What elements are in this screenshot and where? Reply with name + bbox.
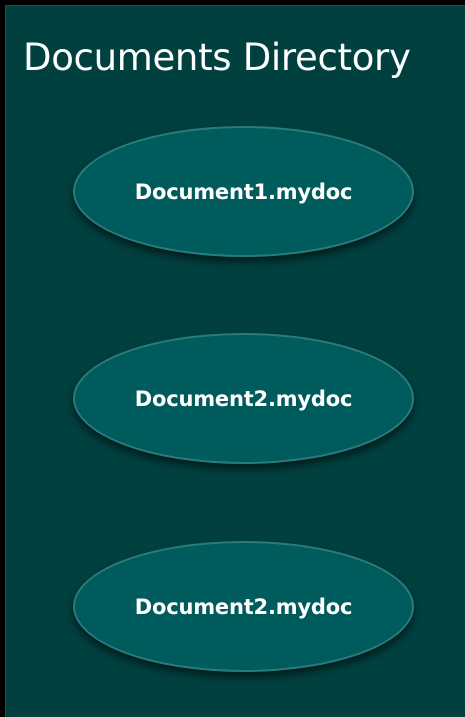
document-label: Document2.mydoc <box>134 386 353 411</box>
document-label: Document1.mydoc <box>134 179 353 204</box>
panel-title: Documents Directory <box>23 36 411 79</box>
documents-directory-panel: Documents Directory Document1.mydoc Docu… <box>5 5 465 717</box>
document-label: Document2.mydoc <box>134 594 353 619</box>
document-node-1[interactable]: Document1.mydoc <box>73 126 414 257</box>
document-node-2[interactable]: Document2.mydoc <box>73 333 414 464</box>
document-node-3[interactable]: Document2.mydoc <box>73 541 414 672</box>
